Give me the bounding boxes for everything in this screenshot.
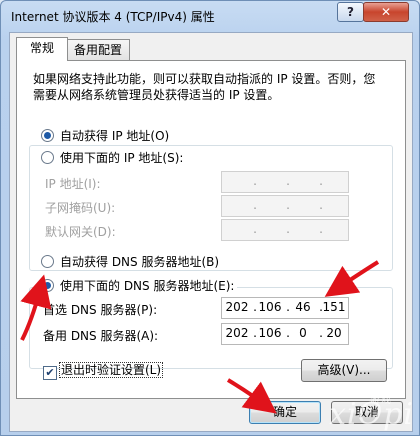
octet-dot: . xyxy=(253,174,257,188)
octet-dot: . xyxy=(253,222,257,236)
dns-manual-radio[interactable]: 使用下面的 DNS 服务器地址(E): xyxy=(41,277,238,293)
advanced-button[interactable]: 高级(V)... xyxy=(301,359,387,382)
tab-alternate-config[interactable]: 备用配置 xyxy=(66,39,130,60)
octet[interactable]: 202 xyxy=(224,300,250,314)
validate-settings-checkbox[interactable]: ✔ 退出时验证设置(L) xyxy=(43,361,164,380)
octet-dot: . xyxy=(253,198,257,212)
octet-dot: . xyxy=(286,222,290,236)
default-gateway-label: 默认网关(D): xyxy=(45,225,116,239)
alternate-dns-label: 备用 DNS 服务器(A): xyxy=(43,329,159,343)
general-tab-panel: 如果网络支持此功能，则可以获取自动指派的 IP 设置。否则，您需要从网络系统管理… xyxy=(16,60,406,399)
ok-button[interactable]: 确定 xyxy=(249,401,321,424)
octet-dot: . xyxy=(319,174,323,188)
radio-button[interactable] xyxy=(41,151,54,164)
dns-auto-radio[interactable]: 自动获得 DNS 服务器地址(B) xyxy=(41,253,219,269)
subnet-mask-label: 子网掩码(U): xyxy=(45,201,116,215)
dialog-window: Internet 协议版本 4 (TCP/IPv4) 属性 ? ✕ 常规 备用配… xyxy=(0,0,420,436)
octet[interactable]: 106 xyxy=(257,300,283,314)
window-title: Internet 协议版本 4 (TCP/IPv4) 属性 xyxy=(11,10,215,24)
octet[interactable]: 151 xyxy=(321,300,347,314)
radio-button[interactable] xyxy=(41,255,54,268)
help-button[interactable]: ? xyxy=(337,2,364,22)
octet[interactable]: 0 xyxy=(290,326,316,340)
subnet-mask-input: . . . xyxy=(221,195,349,217)
alternate-dns-input[interactable]: 202 . 106 . 0 . 20 xyxy=(221,323,349,345)
radio-button[interactable] xyxy=(41,279,54,292)
octet[interactable]: 106 xyxy=(257,326,283,340)
ip-address-label: IP 地址(I): xyxy=(45,177,101,191)
ip-manual-label: 使用下面的 IP 地址(S): xyxy=(60,151,184,165)
preferred-dns-input[interactable]: 202 . 106 . 46 . 151 xyxy=(221,297,349,319)
close-button[interactable]: ✕ xyxy=(363,2,409,22)
ip-auto-label: 自动获得 IP 地址(O) xyxy=(60,129,170,143)
octet-dot: . xyxy=(319,198,323,212)
preferred-dns-label: 首选 DNS 服务器(P): xyxy=(43,303,158,317)
octet-dot: . xyxy=(286,198,290,212)
octet[interactable]: 202 xyxy=(224,326,250,340)
radio-button[interactable] xyxy=(41,129,54,142)
checkbox-checkmark-icon[interactable]: ✔ xyxy=(43,366,57,380)
tab-general[interactable]: 常规 xyxy=(16,37,68,61)
watermark-logo: xiOpi 游戏 xyxy=(329,395,414,432)
dns-auto-label: 自动获得 DNS 服务器地址(B) xyxy=(60,255,220,269)
octet[interactable]: 46 xyxy=(290,300,316,314)
octet-dot: . xyxy=(319,222,323,236)
dns-manual-label: 使用下面的 DNS 服务器地址(E): xyxy=(60,279,235,293)
octet[interactable]: 20 xyxy=(321,326,347,340)
ip-manual-radio[interactable]: 使用下面的 IP 地址(S): xyxy=(41,149,187,165)
description-text: 如果网络支持此功能，则可以获取自动指派的 IP 设置。否则，您需要从网络系统管理… xyxy=(33,72,376,102)
ip-address-input: . . . xyxy=(221,171,349,193)
validate-settings-label: 退出时验证设置(L) xyxy=(59,362,164,378)
ip-auto-radio[interactable]: 自动获得 IP 地址(O) xyxy=(41,127,169,143)
title-bar: Internet 协议版本 4 (TCP/IPv4) 属性 ? ✕ xyxy=(1,1,419,31)
default-gateway-input: . . . xyxy=(221,219,349,241)
octet-dot: . xyxy=(286,174,290,188)
watermark-small-text: 游戏 xyxy=(370,395,392,406)
